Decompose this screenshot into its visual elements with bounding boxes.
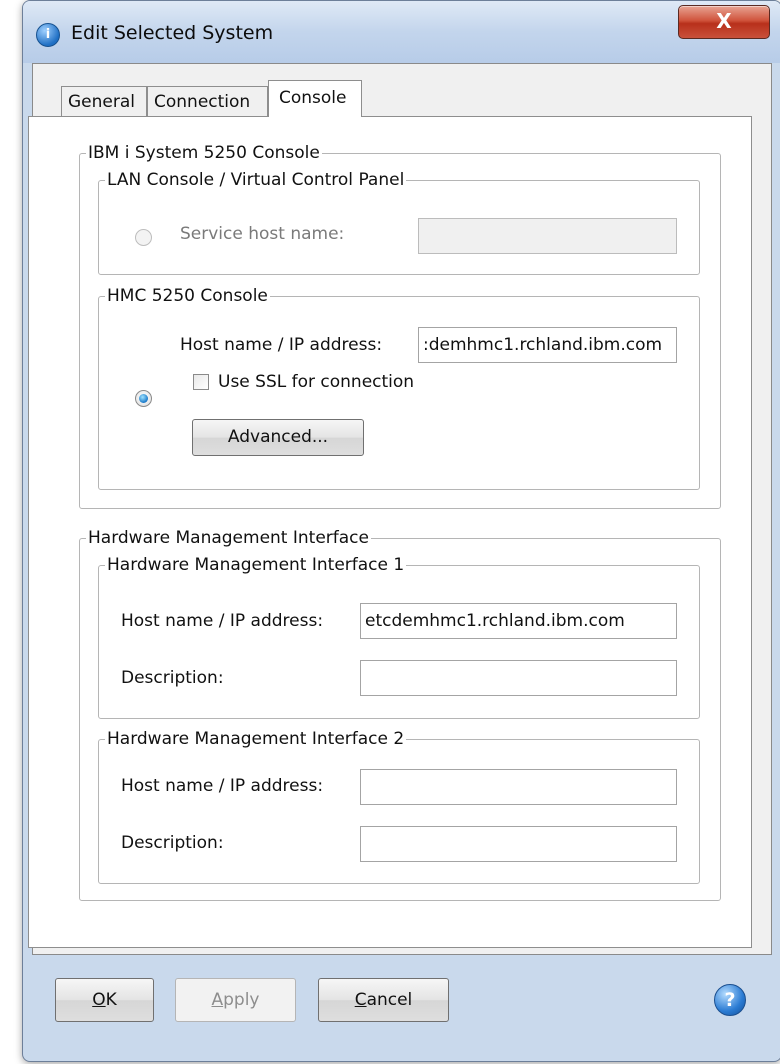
ok-mnemonic: O	[92, 990, 106, 1010]
hmi-1-description-label: Description:	[121, 668, 224, 688]
tab-console[interactable]: Console	[268, 80, 362, 117]
hmi-1-description-input[interactable]	[360, 660, 677, 696]
use-ssl-checkbox[interactable]	[193, 374, 209, 390]
cancel-mnemonic: C	[354, 990, 367, 1010]
ok-button[interactable]: OK	[55, 978, 154, 1022]
hmi-2-description-label: Description:	[121, 833, 224, 853]
lan-console-title: LAN Console / Virtual Control Panel	[107, 170, 405, 190]
hmi-1-host-label: Host name / IP address:	[121, 611, 324, 631]
hmi-2-description-input[interactable]	[360, 826, 677, 862]
tab-general[interactable]: General	[61, 86, 147, 117]
service-host-input[interactable]	[418, 218, 677, 254]
hmi-1-title: Hardware Management Interface 1	[107, 555, 405, 575]
apply-mnemonic: A	[211, 990, 224, 1010]
cancel-label-rest: ancel	[366, 990, 413, 1010]
help-icon[interactable]: ?	[714, 984, 746, 1016]
app-info-icon: i	[36, 23, 60, 47]
use-ssl-label: Use SSL for connection	[218, 372, 415, 392]
ibmi-5250-console-title: IBM i System 5250 Console	[88, 143, 320, 163]
hmc-5250-console-title: HMC 5250 Console	[107, 286, 268, 306]
hmi-2-title: Hardware Management Interface 2	[107, 729, 405, 749]
ok-label-rest: K	[105, 990, 117, 1010]
advanced-button[interactable]: Advanced...	[192, 419, 364, 456]
window-title: Edit Selected System	[71, 22, 274, 44]
apply-button[interactable]: Apply	[175, 978, 296, 1022]
hmi-2-host-input[interactable]	[360, 769, 677, 805]
hmi-1-host-input[interactable]: etcdemhmc1.rchland.ibm.com	[360, 603, 677, 639]
cancel-button[interactable]: Cancel	[318, 978, 449, 1022]
service-host-label: Service host name:	[180, 224, 345, 244]
hmc-host-input[interactable]: :demhmc1.rchland.ibm.com	[418, 327, 677, 363]
close-button[interactable]: X	[678, 5, 770, 39]
tab-connection[interactable]: Connection	[147, 86, 268, 117]
apply-label-rest: pply	[223, 990, 260, 1010]
hmi-title: Hardware Management Interface	[88, 528, 369, 548]
title-bar[interactable]: i Edit Selected System X	[23, 1, 780, 63]
hmc-host-label: Host name / IP address:	[180, 335, 383, 355]
hmc-console-radio[interactable]	[135, 390, 152, 407]
service-host-radio[interactable]	[135, 229, 152, 246]
hmi-2-host-label: Host name / IP address:	[121, 776, 324, 796]
